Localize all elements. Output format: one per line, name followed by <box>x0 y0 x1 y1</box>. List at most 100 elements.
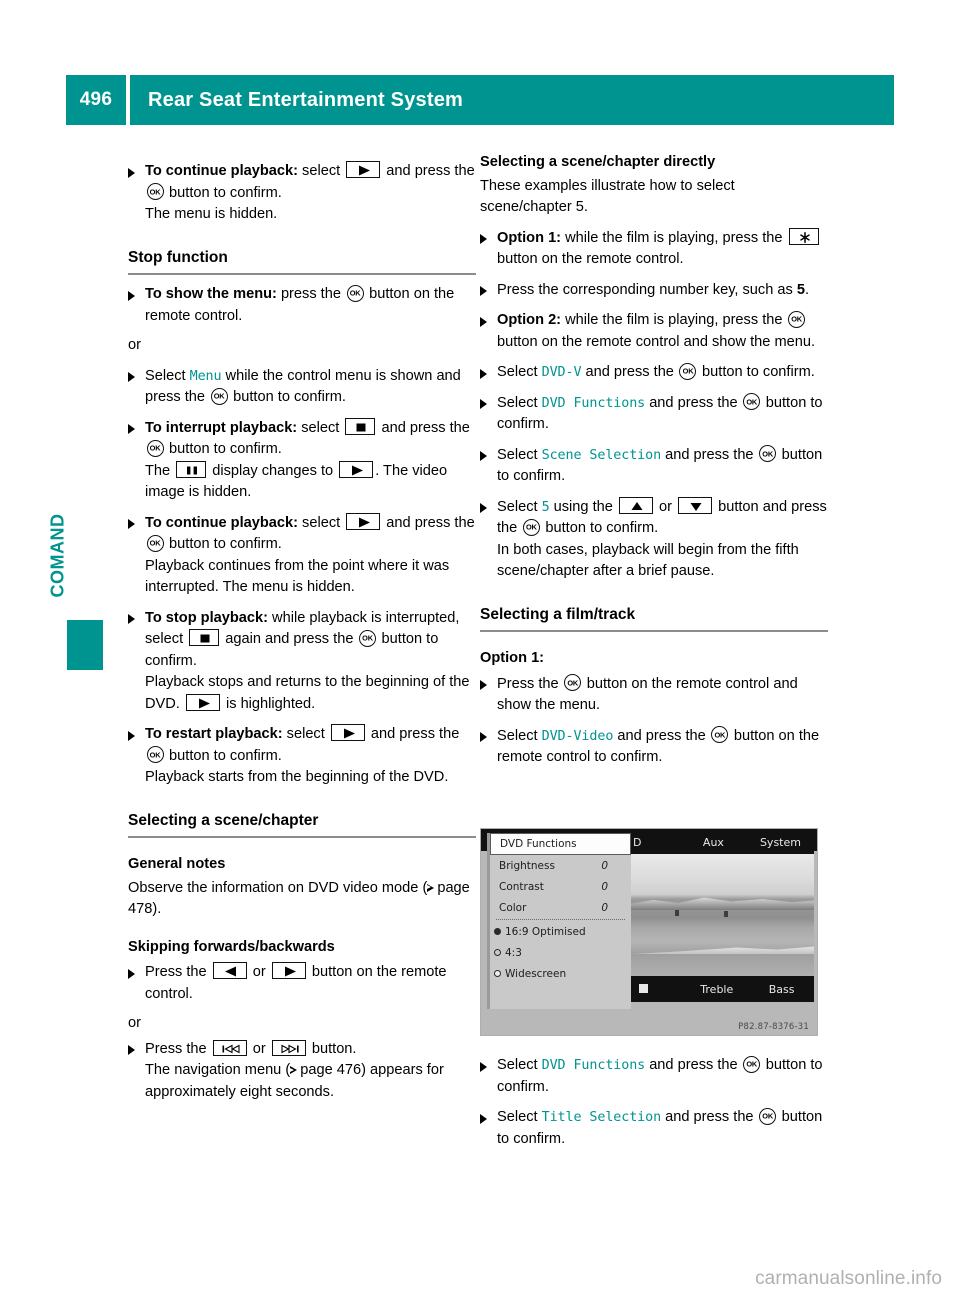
step-lead: To continue playback: <box>145 514 298 531</box>
step-text: press the <box>276 286 346 302</box>
step-select-scene-selection: Select Scene Selection and press the but… <box>480 445 828 488</box>
figure-video-shore <box>631 946 814 955</box>
down-arrow-key-icon <box>678 496 713 514</box>
step-text: button to confirm. <box>165 747 282 764</box>
figure-menu-header: DVD Functions <box>490 833 631 855</box>
figure-radio-option: Widescreen <box>490 963 631 984</box>
step-text: Select <box>497 364 542 380</box>
step-text: and press the <box>645 1057 742 1073</box>
ui-string-dvd-v: DVD-V <box>541 365 582 380</box>
step-text: and press the <box>382 163 475 179</box>
left-column: To continue playback: select and press t… <box>128 152 476 1103</box>
step-text: button. <box>307 1040 357 1057</box>
site-watermark: carmanualsonline.info <box>755 1268 942 1289</box>
ok-button-icon <box>146 746 164 763</box>
step-text: button on the remote control and show th… <box>497 333 816 350</box>
step-result: is highlighted. <box>221 695 316 712</box>
stop-square-icon <box>639 983 648 993</box>
heading-skipping: Skipping forwards/backwards <box>128 938 335 955</box>
step-text: and press the <box>613 727 710 744</box>
ok-button-icon <box>146 183 164 200</box>
page-title: Rear Seat Entertainment System <box>130 75 894 125</box>
figure-video-ridge <box>631 897 814 911</box>
figure-row-value: 0 <box>601 859 608 872</box>
ok-button-icon <box>679 362 697 380</box>
step-interrupt-playback: To interrupt playback: select and press … <box>128 417 476 504</box>
ui-string-dvd-functions: DVD Functions <box>541 395 646 411</box>
stop-button-key-icon <box>345 417 376 435</box>
step-show-menu: To show the menu: press the button on th… <box>128 284 476 327</box>
up-arrow-key-icon <box>618 496 653 514</box>
ok-button-icon <box>711 726 729 743</box>
step-text: Select <box>497 394 542 411</box>
ui-string-dvd-functions: DVD Functions <box>541 1058 646 1073</box>
figure-menu-separator <box>496 919 625 920</box>
figure-radio-option: 4:3 <box>490 942 631 963</box>
ok-button-icon <box>346 284 364 302</box>
ui-string-5: 5 <box>541 499 550 515</box>
figure-video-area <box>631 854 814 976</box>
figure-menu-row: Contrast 0 <box>490 876 631 897</box>
step-text: button on the remote control. <box>497 251 684 267</box>
ok-button-icon <box>743 1055 761 1073</box>
figure-stop-indicator <box>631 983 684 996</box>
step-select-5: Select 5 using the or button and press t… <box>480 496 828 583</box>
or-separator-1: or <box>128 337 141 353</box>
figure-top-tabs: D Aux System <box>631 830 814 854</box>
asterisk-button-key-icon <box>788 227 819 245</box>
step-text: button to confirm. <box>697 364 815 380</box>
step-select-dvd-functions-2: Select DVD Functions and press the butto… <box>480 1055 828 1098</box>
step-text: using the <box>549 498 617 515</box>
step-text: and press the <box>661 446 758 463</box>
figure-row-label: Color <box>499 901 527 914</box>
heading-selecting-scene: Selecting a scene/chapter <box>128 810 476 838</box>
figure-video-detail-2 <box>724 911 729 918</box>
step-press-arrow-keys: Press the or button on the remote contro… <box>128 962 476 1005</box>
figure-row-label: Contrast <box>499 880 544 893</box>
heading-stop-function: Stop function <box>128 247 476 275</box>
step-lead: To continue playback: <box>145 163 298 179</box>
step-result: The <box>145 462 175 479</box>
figure-radio-option: 16:9 Optimised <box>490 921 631 942</box>
figure-radio-label: Widescreen <box>505 967 567 980</box>
paragraph-text: Observe the information on DVD video mod… <box>128 879 428 896</box>
figure-caption-code: P82.87-8376-31 <box>738 1022 809 1032</box>
forward-arrow-key-icon <box>271 962 306 979</box>
section-tab-label: COMAND <box>47 513 68 598</box>
page-number: 496 <box>66 75 126 125</box>
play-button-key-icon <box>346 512 381 530</box>
stop-button-key-icon <box>189 629 220 646</box>
step-text: select <box>298 163 345 179</box>
step-text: or <box>248 1040 270 1057</box>
step-press-ok-show-menu: Press the button on the remote control a… <box>480 674 828 717</box>
step-text: and press the <box>377 419 470 436</box>
step-result: The menu is hidden. <box>145 206 278 222</box>
section-tab-marker <box>67 620 103 670</box>
step-press-skip-keys: Press the or button. The navigation menu… <box>128 1039 476 1104</box>
ok-button-icon <box>788 310 806 328</box>
number-key-value: 5 <box>796 281 805 298</box>
intro-paragraph: These examples illustrate how to select … <box>480 177 735 216</box>
step-text: or <box>654 498 677 515</box>
figure-video-detail-1 <box>674 910 679 917</box>
step-press-number-key: Press the corresponding number key, such… <box>480 280 828 302</box>
figure-radio-label: 16:9 Optimised <box>505 925 586 938</box>
step-option-1: Option 1: while the film is playing, pre… <box>480 227 828 271</box>
heading-general-notes: General notes <box>128 856 226 872</box>
step-text: . <box>805 281 810 298</box>
ok-button-icon <box>759 445 777 462</box>
step-lead: Option 2: <box>497 312 562 328</box>
step-restart-playback: To restart playback: select and press th… <box>128 724 476 789</box>
step-text: button to confirm. <box>229 389 346 405</box>
step-text: Select <box>497 727 542 744</box>
or-separator-2: or <box>128 1015 141 1031</box>
step-select-dvd-v: Select DVD-V and press the button to con… <box>480 362 828 384</box>
step-result: Playback continues from the point where … <box>145 557 450 596</box>
play-button-key-icon <box>346 161 381 178</box>
step-continue-playback-1: To continue playback: select and press t… <box>128 161 476 226</box>
step-result: display changes to <box>208 462 338 479</box>
step-text: button to confirm. <box>165 184 282 201</box>
step-text: Select <box>497 1057 542 1073</box>
step-result: Playback starts from the beginning of th… <box>145 769 449 785</box>
heading-selecting-film: Selecting a film/track <box>480 604 828 632</box>
